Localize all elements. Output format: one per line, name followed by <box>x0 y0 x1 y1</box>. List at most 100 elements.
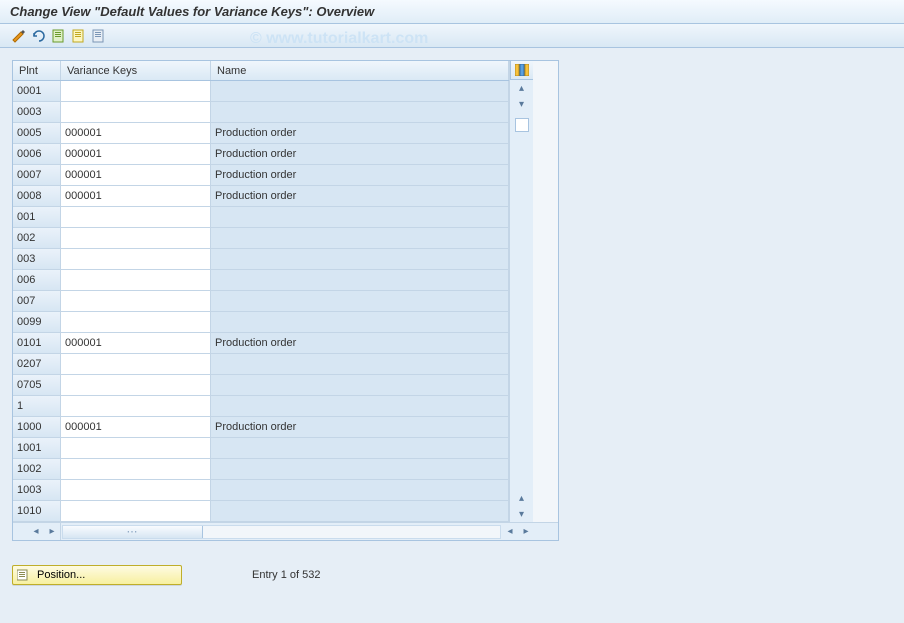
cell-name <box>211 501 509 522</box>
cell-plnt: 1 <box>13 396 61 417</box>
scroll-up-icon[interactable]: ▴ <box>512 80 532 96</box>
cell-plnt: 1010 <box>13 501 61 522</box>
table-row[interactable]: 007 <box>13 291 509 312</box>
cell-name <box>211 438 509 459</box>
cell-plnt: 0101 <box>13 333 61 354</box>
scroll-left-icon[interactable]: ◂ <box>28 524 44 540</box>
cell-variance-key[interactable] <box>61 228 211 249</box>
scroll-down-icon[interactable]: ▾ <box>512 96 532 112</box>
hscroll-track[interactable]: ⋯ <box>62 525 501 539</box>
cell-plnt: 0705 <box>13 375 61 396</box>
cell-variance-key[interactable]: 000001 <box>61 144 211 165</box>
grid-header: Plnt Variance Keys Name <box>13 61 509 81</box>
table-row[interactable]: 1 <box>13 396 509 417</box>
cell-plnt: 007 <box>13 291 61 312</box>
cell-name <box>211 270 509 291</box>
table-row[interactable]: 0101000001Production order <box>13 333 509 354</box>
cell-plnt: 0001 <box>13 81 61 102</box>
cell-plnt: 0008 <box>13 186 61 207</box>
table-row[interactable]: 1003 <box>13 480 509 501</box>
cell-plnt: 0099 <box>13 312 61 333</box>
col-header-plnt[interactable]: Plnt <box>13 61 61 80</box>
cell-variance-key[interactable] <box>61 207 211 228</box>
table-row[interactable]: 0007000001Production order <box>13 165 509 186</box>
cell-name <box>211 354 509 375</box>
scroll-right-icon[interactable]: ▸ <box>44 524 60 540</box>
cell-name <box>211 228 509 249</box>
cell-variance-key[interactable] <box>61 354 211 375</box>
cell-variance-key[interactable] <box>61 312 211 333</box>
cell-name <box>211 396 509 417</box>
position-icon <box>17 569 31 581</box>
scroll-up-bottom-icon[interactable]: ▴ <box>512 490 532 506</box>
toggle-display-change-icon[interactable] <box>10 27 28 45</box>
configure-columns-icon[interactable] <box>510 61 533 80</box>
table-row[interactable]: 0001 <box>13 81 509 102</box>
cell-plnt: 1003 <box>13 480 61 501</box>
table-row[interactable]: 006 <box>13 270 509 291</box>
cell-variance-key[interactable]: 000001 <box>61 417 211 438</box>
table-row[interactable]: 001 <box>13 207 509 228</box>
scroll-down-bottom-icon[interactable]: ▾ <box>512 506 532 522</box>
cell-plnt: 0207 <box>13 354 61 375</box>
cell-variance-key[interactable]: 000001 <box>61 123 211 144</box>
cell-variance-key[interactable] <box>61 81 211 102</box>
table-row[interactable]: 1001 <box>13 438 509 459</box>
cell-name <box>211 102 509 123</box>
select-all-icon[interactable] <box>50 27 68 45</box>
cell-variance-key[interactable] <box>61 438 211 459</box>
cell-plnt: 0003 <box>13 102 61 123</box>
delimit-icon[interactable] <box>90 27 108 45</box>
undo-icon[interactable] <box>30 27 48 45</box>
scroll-right-end-icon[interactable]: ▸ <box>518 524 534 540</box>
table-row[interactable]: 002 <box>13 228 509 249</box>
table-row[interactable]: 0207 <box>13 354 509 375</box>
cell-name: Production order <box>211 165 509 186</box>
table-row[interactable]: 0003 <box>13 102 509 123</box>
cell-variance-key[interactable] <box>61 270 211 291</box>
table-row[interactable]: 1000000001Production order <box>13 417 509 438</box>
table-row[interactable]: 0005000001Production order <box>13 123 509 144</box>
cell-variance-key[interactable] <box>61 396 211 417</box>
cell-variance-key[interactable] <box>61 291 211 312</box>
cell-variance-key[interactable] <box>61 501 211 522</box>
title-bar: Change View "Default Values for Variance… <box>0 0 904 24</box>
cell-plnt: 1002 <box>13 459 61 480</box>
cell-variance-key[interactable]: 000001 <box>61 186 211 207</box>
col-header-name[interactable]: Name <box>211 61 509 80</box>
vertical-scrollbar[interactable]: ▴ ▾ ▴ ▾ <box>509 61 533 522</box>
cell-variance-key[interactable] <box>61 459 211 480</box>
deselect-all-icon[interactable] <box>70 27 88 45</box>
scroll-thumb[interactable] <box>515 118 529 132</box>
cell-name: Production order <box>211 186 509 207</box>
table-row[interactable]: 0099 <box>13 312 509 333</box>
cell-plnt: 006 <box>13 270 61 291</box>
horizontal-scrollbar[interactable]: ◂ ▸ ⋯ ◂ ▸ <box>13 522 558 540</box>
cell-variance-key[interactable] <box>61 480 211 501</box>
table-row[interactable]: 0006000001Production order <box>13 144 509 165</box>
entry-count-text: Entry 1 of 532 <box>252 569 321 581</box>
position-button[interactable]: Position... <box>12 565 182 585</box>
table-row[interactable]: 1002 <box>13 459 509 480</box>
table-row[interactable]: 0008000001Production order <box>13 186 509 207</box>
cell-variance-key[interactable] <box>61 249 211 270</box>
col-header-variance-keys[interactable]: Variance Keys <box>61 61 211 80</box>
cell-plnt: 0007 <box>13 165 61 186</box>
scroll-left-end-icon[interactable]: ◂ <box>502 524 518 540</box>
footer-bar: Position... Entry 1 of 532 <box>12 565 892 585</box>
cell-variance-key[interactable] <box>61 102 211 123</box>
table-row[interactable]: 003 <box>13 249 509 270</box>
cell-name: Production order <box>211 123 509 144</box>
cell-name: Production order <box>211 417 509 438</box>
cell-variance-key[interactable]: 000001 <box>61 165 211 186</box>
content-area: Plnt Variance Keys Name 0001000300050000… <box>0 48 904 623</box>
page-title: Change View "Default Values for Variance… <box>10 4 374 19</box>
cell-plnt: 003 <box>13 249 61 270</box>
hscroll-thumb[interactable]: ⋯ <box>63 526 203 538</box>
table-row[interactable]: 0705 <box>13 375 509 396</box>
table-row[interactable]: 1010 <box>13 501 509 522</box>
position-label: Position... <box>37 569 85 581</box>
cell-variance-key[interactable] <box>61 375 211 396</box>
cell-name <box>211 207 509 228</box>
cell-variance-key[interactable]: 000001 <box>61 333 211 354</box>
